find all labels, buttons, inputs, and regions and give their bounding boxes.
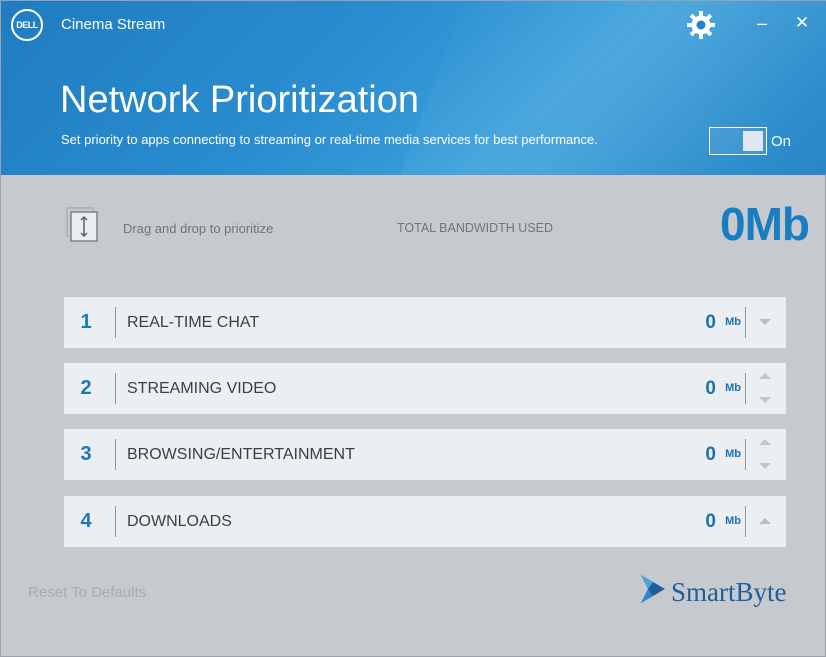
row-divider (745, 373, 746, 404)
dell-logo: DELL (11, 9, 43, 41)
app-title: Cinema Stream (61, 16, 166, 33)
dell-logo-text: DELL (16, 20, 38, 30)
toggle-knob (743, 131, 763, 151)
drag-drop-icon (66, 207, 100, 243)
row-bandwidth-unit: Mb (725, 515, 741, 527)
move-up-icon[interactable] (758, 371, 772, 381)
reset-defaults-link[interactable]: Reset To Defaults (28, 584, 146, 601)
priority-row-real-time-chat[interactable]: 1 REAL-TIME CHAT 0 Mb (64, 297, 786, 348)
row-label: STREAMING VIDEO (127, 380, 277, 397)
row-label: BROWSING/ENTERTAINMENT (127, 446, 355, 463)
close-button[interactable]: ✕ (790, 11, 814, 35)
row-divider (745, 439, 746, 470)
priority-row-browsing-entertainment[interactable]: 3 BROWSING/ENTERTAINMENT 0 Mb (64, 429, 786, 480)
row-bandwidth-value: 0 (705, 312, 716, 333)
page-title: Network Prioritization (60, 79, 419, 121)
priority-row-streaming-video[interactable]: 2 STREAMING VIDEO 0 Mb (64, 363, 786, 414)
gear-icon[interactable] (685, 9, 717, 41)
row-label: DOWNLOADS (127, 513, 232, 530)
drag-hint: Drag and drop to prioritize (123, 221, 274, 236)
row-label: REAL-TIME CHAT (127, 314, 260, 331)
move-down-icon[interactable] (758, 317, 772, 327)
row-bandwidth-value: 0 (705, 444, 716, 465)
minimize-button[interactable]: – (750, 11, 774, 35)
page-subtitle: Set priority to apps connecting to strea… (61, 132, 598, 147)
brand-name: SmartByte (671, 577, 787, 607)
row-divider (115, 506, 116, 537)
bandwidth-value: 0Mb (720, 198, 810, 250)
prioritization-toggle[interactable] (709, 127, 767, 155)
move-down-icon[interactable] (758, 395, 772, 405)
row-rank: 4 (80, 510, 92, 532)
row-rank: 1 (80, 311, 92, 333)
priority-row-downloads[interactable]: 4 DOWNLOADS 0 Mb (64, 496, 786, 547)
row-bandwidth-unit: Mb (725, 448, 741, 460)
move-up-icon[interactable] (758, 516, 772, 526)
row-divider (115, 307, 116, 338)
toggle-state-label: On (771, 133, 792, 150)
smartbyte-logo-icon (641, 575, 665, 603)
row-bandwidth-unit: Mb (725, 382, 741, 394)
move-down-icon[interactable] (758, 461, 772, 471)
row-rank: 2 (80, 377, 92, 399)
app-window: DELL Cinema Stream – ✕ Network Prioritiz… (0, 0, 826, 657)
row-bandwidth-value: 0 (705, 378, 716, 399)
header-banner: DELL Cinema Stream – ✕ Network Prioritiz… (1, 1, 826, 175)
bandwidth-label: TOTAL BANDWIDTH USED (397, 221, 554, 235)
row-bandwidth-unit: Mb (725, 316, 741, 328)
smartbyte-brand: SmartByte (639, 573, 809, 613)
row-divider (115, 439, 116, 470)
move-up-icon[interactable] (758, 437, 772, 447)
row-bandwidth-value: 0 (705, 511, 716, 532)
row-divider (745, 506, 746, 537)
row-divider (115, 373, 116, 404)
row-divider (745, 307, 746, 338)
row-rank: 3 (80, 443, 92, 465)
